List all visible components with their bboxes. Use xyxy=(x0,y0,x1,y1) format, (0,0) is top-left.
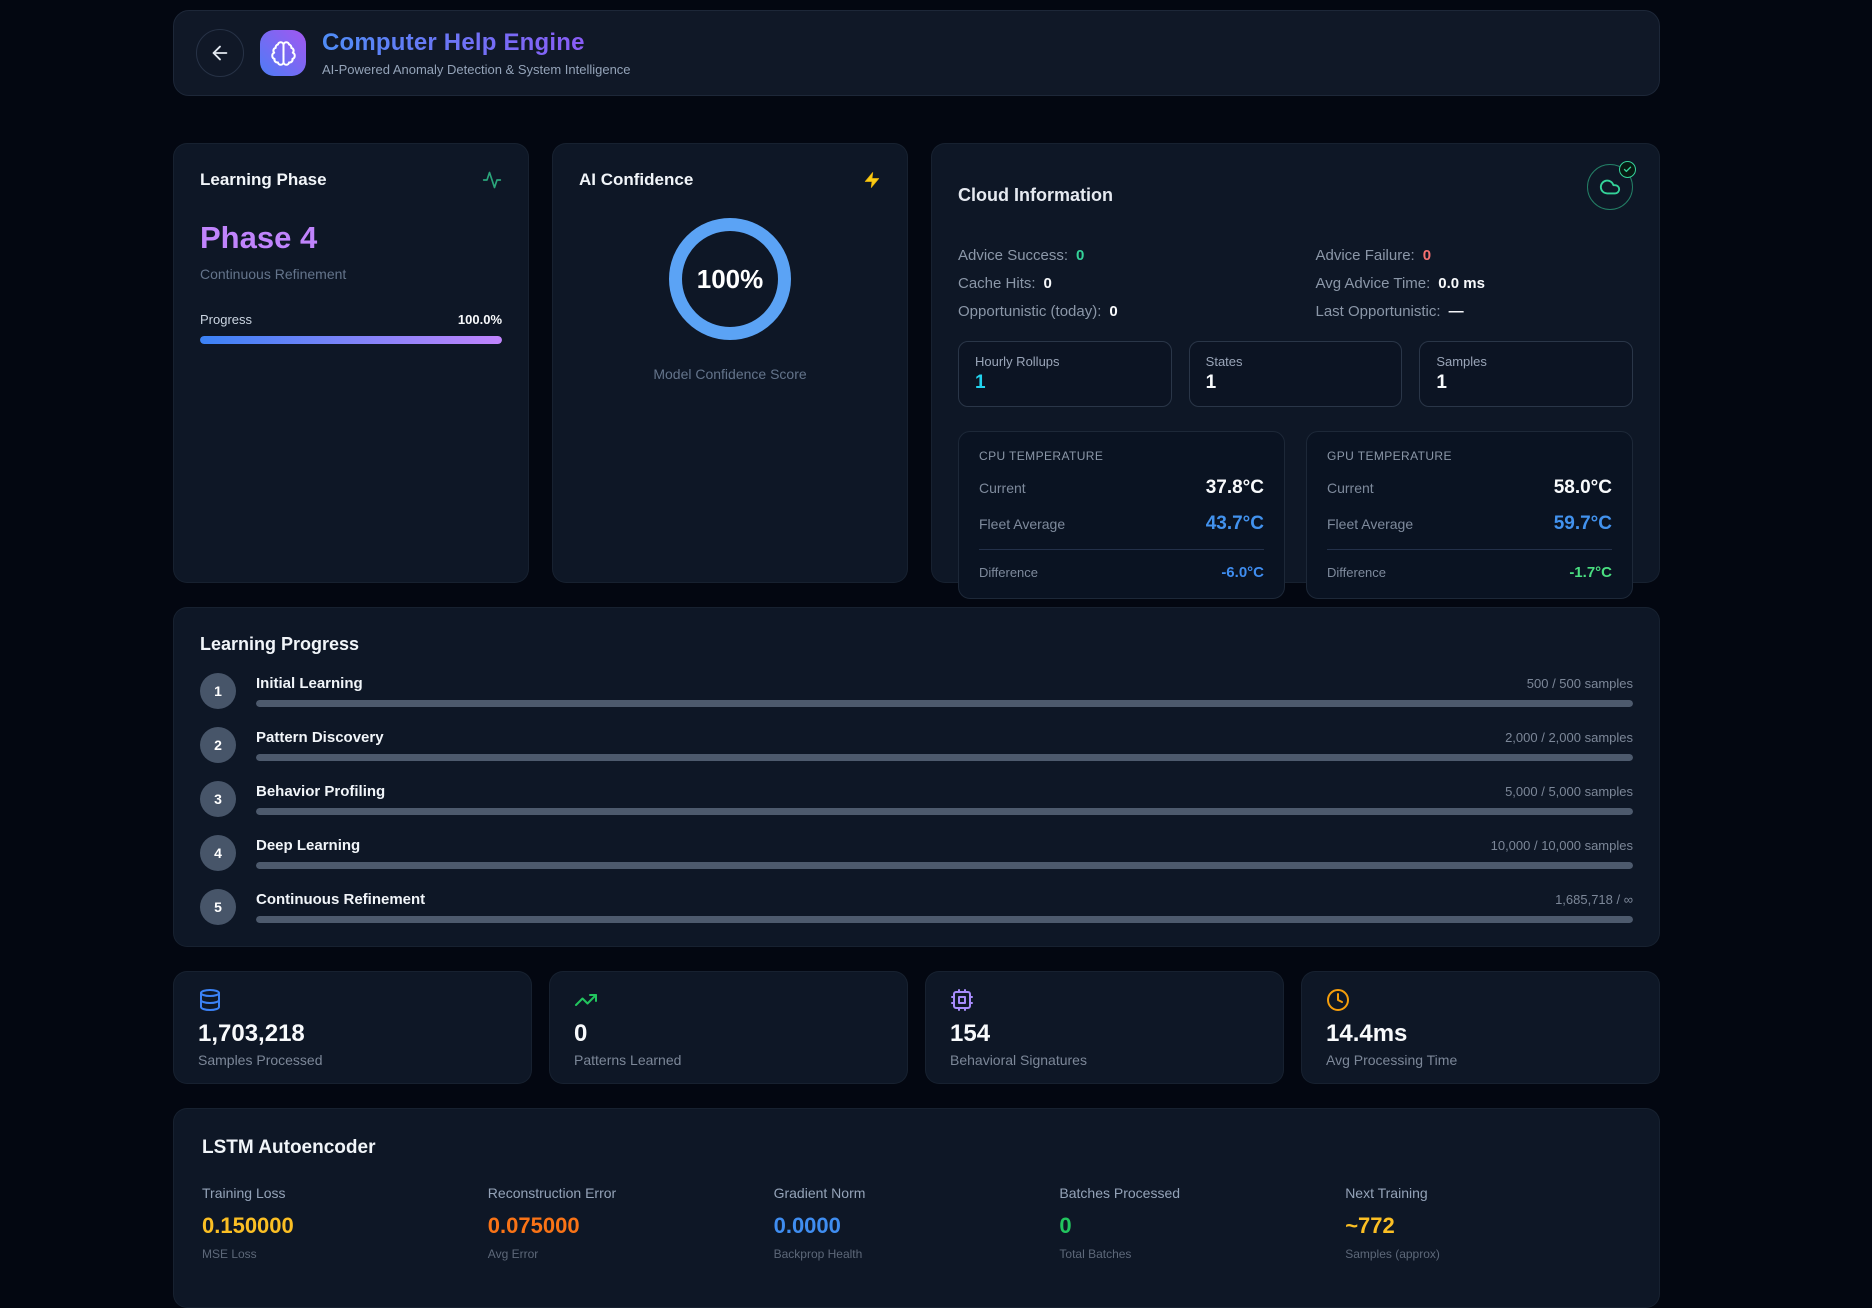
stat-avg-advice-time: Avg Advice Time: 0.0 ms xyxy=(1316,275,1634,293)
clock-icon xyxy=(1326,988,1635,1012)
stat-cache-hits: Cache Hits: 0 xyxy=(958,275,1276,293)
app-header: Computer Help Engine AI-Powered Anomaly … xyxy=(173,10,1660,96)
avg-processing-time-card: 14.4ms Avg Processing Time xyxy=(1301,971,1660,1084)
counter-samples: Samples 1 xyxy=(1419,341,1633,407)
progress-label: Progress xyxy=(200,312,252,327)
cloud-information-title: Cloud Information xyxy=(958,185,1113,206)
cpu-temperature-card: CPU TEMPERATURE Current 37.8°C Fleet Ave… xyxy=(958,431,1285,599)
metric-reconstruction-error: Reconstruction Error 0.075000 Avg Error xyxy=(488,1185,774,1261)
cloud-check-icon xyxy=(1587,164,1633,210)
stat-opportunistic-today: Opportunistic (today): 0 xyxy=(958,303,1276,321)
progress-percent: 100.0% xyxy=(458,312,502,327)
gpu-current-value: 58.0°C xyxy=(1554,477,1612,499)
step-progress-bar xyxy=(256,754,1633,761)
cloud-information-card: Cloud Information Advice Success: 0 Cach… xyxy=(931,143,1660,583)
divider xyxy=(1327,549,1612,550)
trending-up-icon xyxy=(574,988,883,1012)
cloud-stats: Advice Success: 0 Cache Hits: 0 Opportun… xyxy=(958,247,1633,321)
temperature-grid: CPU TEMPERATURE Current 37.8°C Fleet Ave… xyxy=(958,431,1633,599)
ai-confidence-card: AI Confidence 100% Model Confidence Scor… xyxy=(552,143,908,583)
step-progress-bar xyxy=(256,700,1633,707)
step-progress-bar xyxy=(256,808,1633,815)
dashboard-page: Computer Help Engine AI-Powered Anomaly … xyxy=(173,10,1660,1308)
phase-progress-bar xyxy=(200,336,502,344)
gpu-temperature-card: GPU TEMPERATURE Current 58.0°C Fleet Ave… xyxy=(1306,431,1633,599)
lightning-icon xyxy=(863,171,881,189)
cloud-counters: Hourly Rollups 1 States 1 Samples 1 xyxy=(958,341,1633,407)
patterns-learned-card: 0 Patterns Learned xyxy=(549,971,908,1084)
cpu-current-value: 37.8°C xyxy=(1206,477,1264,499)
learning-progress-title: Learning Progress xyxy=(200,634,1633,655)
phase-progress-fill xyxy=(200,336,502,344)
step-progress-bar xyxy=(256,862,1633,869)
ai-confidence-title: AI Confidence xyxy=(579,170,693,190)
step-number-badge: 4 xyxy=(200,835,236,871)
phase-value: Phase 4 xyxy=(200,220,502,256)
step-number-badge: 2 xyxy=(200,727,236,763)
learning-phase-title: Learning Phase xyxy=(200,170,327,190)
stat-advice-success: Advice Success: 0 xyxy=(958,247,1276,265)
arrow-left-icon xyxy=(209,42,231,64)
cpu-fleet-value: 43.7°C xyxy=(1206,513,1264,535)
metric-batches-processed: Batches Processed 0 Total Batches xyxy=(1059,1185,1345,1261)
gpu-diff-value: -1.7°C xyxy=(1569,564,1612,581)
step-progress-bar xyxy=(256,916,1633,923)
learning-progress-card: Learning Progress 1 Initial Learning 500… xyxy=(173,607,1660,947)
brain-icon xyxy=(260,30,306,76)
lstm-title: LSTM Autoencoder xyxy=(202,1137,1631,1159)
check-badge-icon xyxy=(1619,161,1636,178)
confidence-value: 100% xyxy=(697,264,764,295)
metric-training-loss: Training Loss 0.150000 MSE Loss xyxy=(202,1185,488,1261)
step-number-badge: 3 xyxy=(200,781,236,817)
cpu-diff-value: -6.0°C xyxy=(1221,564,1264,581)
chip-icon xyxy=(950,988,1259,1012)
metric-next-training: Next Training ~772 Samples (approx) xyxy=(1345,1185,1631,1261)
gpu-fleet-value: 59.7°C xyxy=(1554,513,1612,535)
header-titles: Computer Help Engine AI-Powered Anomaly … xyxy=(322,29,631,77)
progress-step-3: 3 Behavior Profiling 5,000 / 5,000 sampl… xyxy=(200,781,1633,817)
lstm-metrics: Training Loss 0.150000 MSE Loss Reconstr… xyxy=(202,1185,1631,1261)
confidence-caption: Model Confidence Score xyxy=(579,366,881,382)
step-number-badge: 5 xyxy=(200,889,236,925)
progress-step-2: 2 Pattern Discovery 2,000 / 2,000 sample… xyxy=(200,727,1633,763)
counter-hourly-rollups: Hourly Rollups 1 xyxy=(958,341,1172,407)
database-icon xyxy=(198,988,507,1012)
page-subtitle: AI-Powered Anomaly Detection & System In… xyxy=(322,62,631,77)
stat-last-opportunistic: Last Opportunistic: — xyxy=(1316,303,1634,321)
counter-states: States 1 xyxy=(1189,341,1403,407)
samples-processed-card: 1,703,218 Samples Processed xyxy=(173,971,532,1084)
behavioral-signatures-card: 154 Behavioral Signatures xyxy=(925,971,1284,1084)
stats-row: 1,703,218 Samples Processed 0 Patterns L… xyxy=(173,971,1660,1084)
page-title: Computer Help Engine xyxy=(322,29,585,57)
progress-step-4: 4 Deep Learning 10,000 / 10,000 samples xyxy=(200,835,1633,871)
progress-step-1: 1 Initial Learning 500 / 500 samples xyxy=(200,673,1633,709)
confidence-ring: 100% xyxy=(669,218,791,340)
step-number-badge: 1 xyxy=(200,673,236,709)
progress-step-5: 5 Continuous Refinement 1,685,718 / ∞ xyxy=(200,889,1633,925)
top-cards-row: Learning Phase Phase 4 Continuous Refine… xyxy=(173,143,1660,583)
activity-icon xyxy=(482,170,502,190)
back-button[interactable] xyxy=(196,29,244,77)
lstm-autoencoder-card: LSTM Autoencoder Training Loss 0.150000 … xyxy=(173,1108,1660,1308)
learning-phase-card: Learning Phase Phase 4 Continuous Refine… xyxy=(173,143,529,583)
metric-gradient-norm: Gradient Norm 0.0000 Backprop Health xyxy=(774,1185,1060,1261)
divider xyxy=(979,549,1264,550)
stat-advice-failure: Advice Failure: 0 xyxy=(1316,247,1634,265)
phase-name: Continuous Refinement xyxy=(200,266,502,282)
